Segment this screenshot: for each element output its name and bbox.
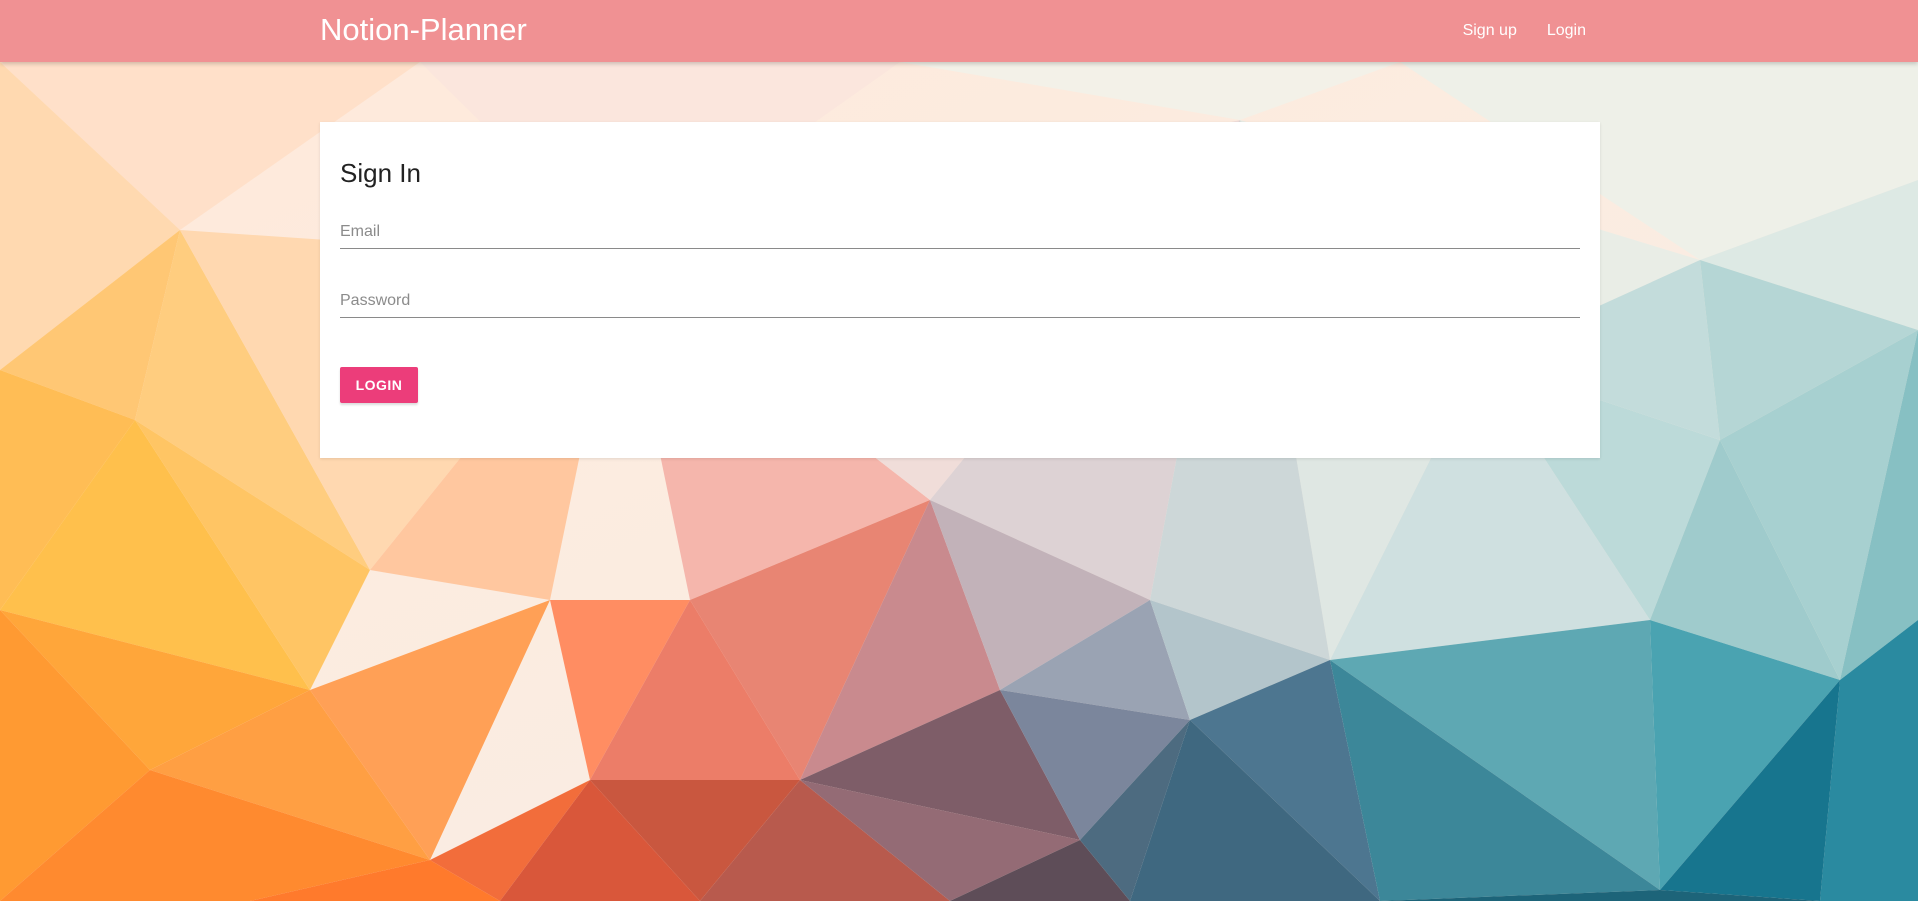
brand-logo-link[interactable]: Notion-Planner: [320, 11, 527, 49]
password-field[interactable]: [340, 285, 1580, 318]
signin-title: Sign In: [340, 158, 421, 188]
nav-links: Sign up Login: [1433, 0, 1586, 62]
top-navbar: Notion-Planner Sign up Login: [0, 0, 1918, 62]
nav-login-link[interactable]: Login: [1547, 22, 1586, 40]
signin-card: Sign In LOGIN: [320, 122, 1600, 458]
nav-signup-link[interactable]: Sign up: [1463, 22, 1517, 40]
login-button[interactable]: LOGIN: [340, 367, 418, 403]
email-field[interactable]: [340, 216, 1580, 249]
